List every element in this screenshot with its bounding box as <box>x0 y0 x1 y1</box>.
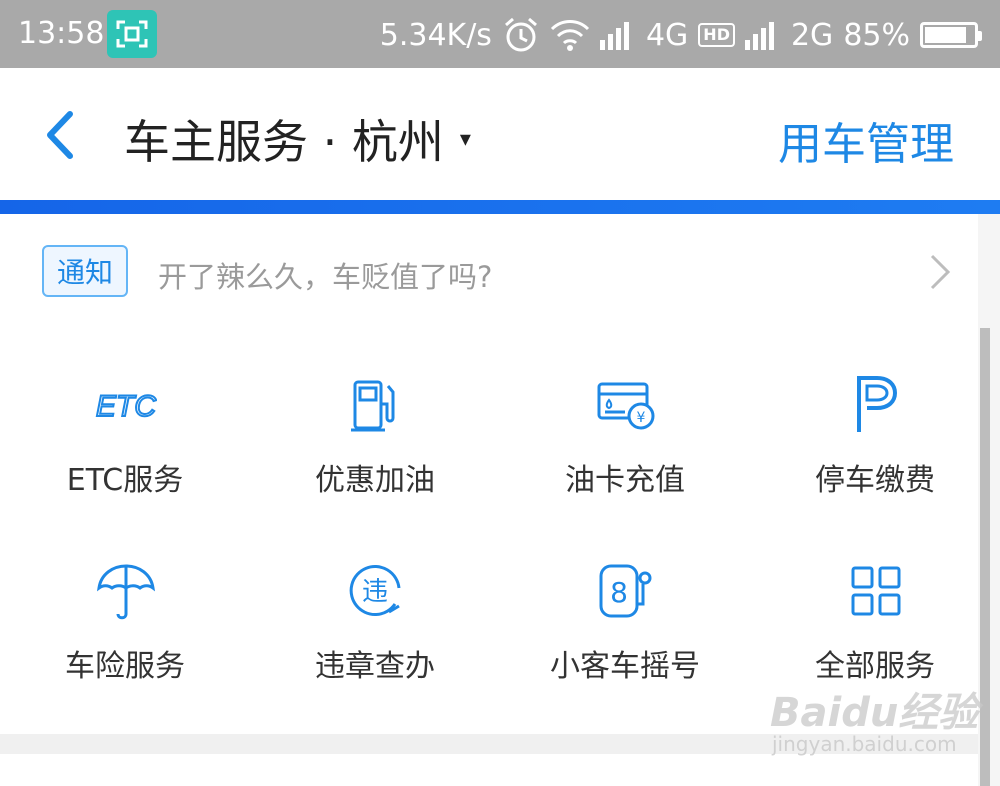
network-type-1: 4G <box>645 17 689 53</box>
watermark: Baidu经验 jingyan.baidu.com <box>760 680 980 770</box>
status-time: 13:58 <box>18 16 105 51</box>
wifi-icon <box>550 20 590 51</box>
notice-tag: 通知 <box>42 245 128 297</box>
service-label: 全部服务 <box>815 649 935 684</box>
service-label: 小客车摇号 <box>550 649 700 684</box>
back-arrow-icon[interactable] <box>40 110 80 160</box>
parking-icon <box>857 376 898 432</box>
service-fuel[interactable]: 优惠加油 <box>250 344 500 524</box>
service-label: 油卡充值 <box>565 463 685 498</box>
page-title: 车主服务 · 杭州 <box>124 115 444 169</box>
battery-icon <box>920 22 982 48</box>
service-label: 停车缴费 <box>815 463 935 498</box>
grid-icon <box>851 566 901 616</box>
service-violation[interactable]: 违 违章查办 <box>250 530 500 710</box>
service-label: 优惠加油 <box>315 463 435 498</box>
network-type-2: 2G <box>790 17 834 53</box>
service-parking[interactable]: 停车缴费 <box>750 344 1000 524</box>
svg-text:8: 8 <box>610 576 628 609</box>
scrollbar[interactable] <box>980 328 990 786</box>
service-label: 车险服务 <box>65 649 185 684</box>
notice-text: 开了辣么久，车贬值了吗? <box>158 260 493 294</box>
service-panel: 通知 开了辣么久，车贬值了吗? ETC ETC服务 优惠加油 ¥ 油卡充值 停车… <box>0 214 978 734</box>
city-selector[interactable]: 车主服务 · 杭州 ▾ <box>124 106 471 172</box>
service-lottery[interactable]: 8 小客车摇号 <box>500 530 750 710</box>
service-insurance[interactable]: 车险服务 <box>0 530 250 710</box>
service-etc[interactable]: ETC ETC服务 <box>0 344 250 524</box>
vehicle-management-link[interactable]: 用车管理 <box>778 108 954 172</box>
network-speed: 5.34K/s <box>379 17 492 53</box>
hd-badge: HD <box>698 23 735 47</box>
service-label: 违章查办 <box>315 649 435 684</box>
svg-text:违: 违 <box>362 577 388 607</box>
fuel-card-icon: ¥ <box>597 382 655 430</box>
battery-percent: 85% <box>843 17 910 53</box>
service-label: ETC服务 <box>66 463 184 498</box>
chevron-right-icon <box>930 254 951 290</box>
status-right-group: 5.34K/s 4G HD 2G 85% <box>379 16 982 54</box>
header-accent-bar <box>0 200 1000 214</box>
umbrella-icon <box>97 564 155 620</box>
svg-text:ETC: ETC <box>96 390 156 423</box>
fuel-pump-icon <box>351 380 395 432</box>
svg-text:¥: ¥ <box>637 410 646 426</box>
service-fuel-card[interactable]: ¥ 油卡充值 <box>500 344 750 524</box>
dropdown-triangle-icon: ▾ <box>459 126 471 152</box>
lottery-icon: 8 <box>599 564 652 618</box>
status-bar: 13:58 5.34K/s 4G HD 2G 85% <box>0 0 1000 68</box>
signal-icon <box>599 22 629 50</box>
alarm-icon <box>504 17 537 52</box>
signal-icon-2 <box>744 22 774 50</box>
app-header: 车主服务 · 杭州 ▾ 用车管理 <box>0 68 1000 200</box>
watermark-main: Baidu经验 <box>770 690 979 736</box>
violation-icon: 违 <box>349 565 401 617</box>
scan-icon <box>107 10 157 58</box>
watermark-sub: jingyan.baidu.com <box>772 732 957 756</box>
notice-bar[interactable]: 通知 开了辣么久，车贬值了吗? <box>0 214 978 328</box>
etc-icon: ETC <box>95 389 157 424</box>
